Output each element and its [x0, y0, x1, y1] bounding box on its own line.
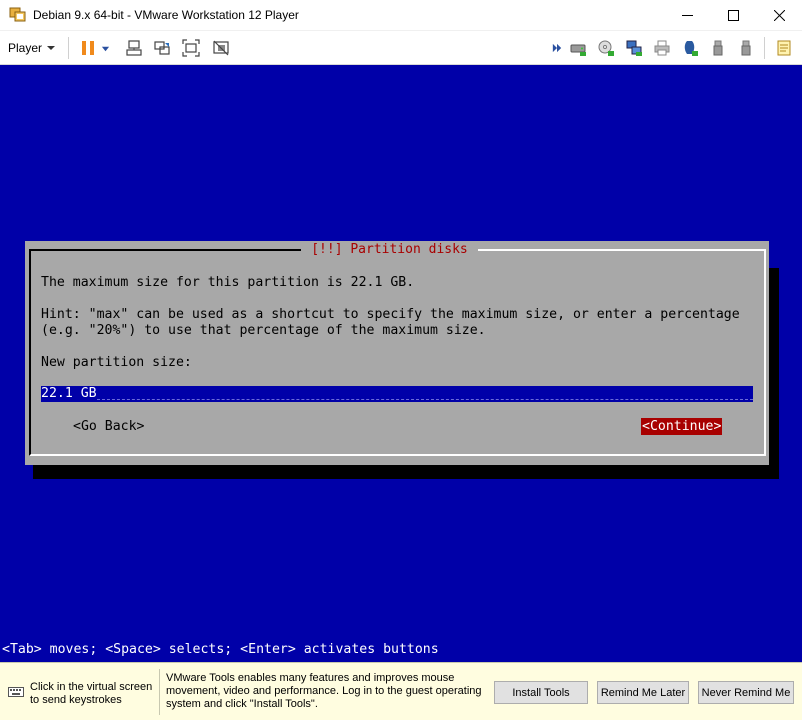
forward-icon[interactable]	[550, 38, 564, 58]
virtual-machine-screen[interactable]: [!!] Partition disks The maximum size fo…	[0, 65, 802, 662]
keyboard-icon	[8, 685, 24, 699]
title-bar: Debian 9.x 64-bit - VMware Workstation 1…	[0, 0, 802, 31]
input-underline	[97, 399, 753, 400]
install-tools-button[interactable]: Install Tools	[494, 681, 588, 704]
player-menu-button[interactable]: Player	[8, 39, 56, 57]
usb-device-icon[interactable]	[736, 38, 756, 58]
dialog-title: [!!] Partition disks	[301, 241, 478, 259]
unity-mode-icon[interactable]	[211, 38, 231, 58]
vmware-tools-notification: Click in the virtual screen to send keys…	[0, 662, 802, 720]
toolbar-divider	[764, 37, 765, 59]
chevron-down-icon	[47, 46, 56, 50]
partition-size-prompt: New partition size:	[41, 355, 192, 370]
hard-disk-icon[interactable]	[568, 38, 588, 58]
dropdown-icon[interactable]	[98, 38, 112, 58]
partition-size-input[interactable]: 22.1 GB	[41, 386, 753, 402]
minimize-button[interactable]	[664, 0, 710, 31]
window-title: Debian 9.x 64-bit - VMware Workstation 1…	[33, 8, 299, 22]
printer-icon[interactable]	[652, 38, 672, 58]
partition-dialog: [!!] Partition disks The maximum size fo…	[25, 241, 769, 465]
usb-icon[interactable]	[708, 38, 728, 58]
player-menu-label: Player	[8, 41, 43, 55]
message-log-icon[interactable]	[774, 38, 794, 58]
hint-line-2: (e.g. "20%") to use that percentage of t…	[41, 323, 486, 338]
tools-message: VMware Tools enables many features and i…	[166, 672, 482, 710]
close-button[interactable]	[756, 0, 802, 31]
keystroke-hint: Click in the virtual screen to send keys…	[30, 681, 153, 706]
network-adapter-icon[interactable]	[624, 38, 644, 58]
notification-divider	[159, 669, 160, 715]
maximize-button[interactable]	[710, 0, 756, 31]
hint-line-1: Hint: "max" can be used as a shortcut to…	[41, 307, 740, 322]
remind-me-later-button[interactable]: Remind Me Later	[597, 681, 689, 704]
toolbar: Player	[0, 31, 802, 65]
unity-icon[interactable]	[152, 38, 172, 58]
dialog-frame-top-right	[478, 249, 766, 251]
dialog-frame-top-left	[29, 249, 301, 251]
full-screen-icon[interactable]	[181, 38, 201, 58]
never-remind-me-button[interactable]: Never Remind Me	[698, 681, 794, 704]
go-back-button[interactable]: <Go Back>	[73, 419, 144, 435]
continue-button[interactable]: <Continue>	[641, 418, 723, 435]
cd-dvd-icon[interactable]	[596, 38, 616, 58]
vmware-app-icon	[9, 7, 27, 23]
pause-icon[interactable]	[78, 38, 98, 58]
partition-size-value: 22.1 GB	[41, 386, 97, 401]
sound-card-icon[interactable]	[680, 38, 700, 58]
send-ctrl-alt-del-icon[interactable]	[124, 38, 144, 58]
max-size-text: The maximum size for this partition is 2…	[41, 275, 415, 290]
toolbar-divider	[68, 37, 69, 59]
keyboard-help-line: <Tab> moves; <Space> selects; <Enter> ac…	[2, 642, 439, 657]
